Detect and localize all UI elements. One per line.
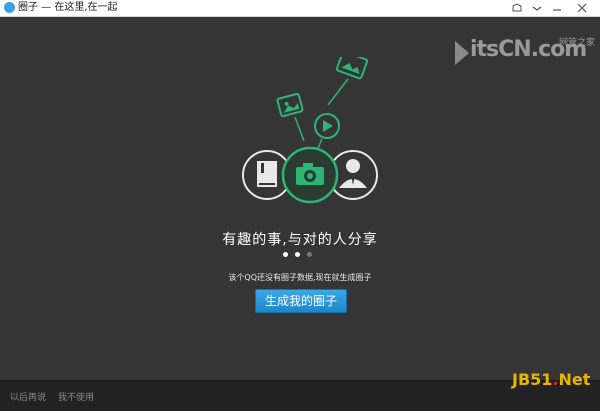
title-bar: 圈子 — 在这里,在一起 xyxy=(0,0,600,17)
pager-dot[interactable] xyxy=(307,252,312,257)
footer-bar: 以后再说 我不使用 xyxy=(0,380,600,411)
create-circle-button[interactable]: 生成我的圈子 xyxy=(255,289,347,313)
camera-icon xyxy=(281,146,339,204)
pager-dots xyxy=(283,252,323,260)
picture-icon xyxy=(276,92,304,118)
tagline: 有趣的事,与对的人分享 xyxy=(222,232,378,248)
watermark-jb51: JB51 xyxy=(512,370,553,389)
pager-dot[interactable] xyxy=(283,252,288,257)
pager-dot-active[interactable] xyxy=(295,252,300,257)
watermark-sub: 网管之家 xyxy=(559,38,596,48)
notice-text: 该个QQ还没有圈子数据,现在就生成圈子 xyxy=(228,273,372,282)
app-icon xyxy=(4,2,15,13)
main-panel: itsCN.com 网管之家 有趣的事,与对的人分享 xyxy=(0,17,600,380)
photo-icon xyxy=(335,57,369,80)
later-link[interactable]: 以后再说 xyxy=(10,390,46,403)
skin-icon[interactable] xyxy=(510,1,524,15)
menu-icon[interactable] xyxy=(530,1,544,15)
close-icon[interactable] xyxy=(575,1,589,15)
window-title: 圈子 — 在这里,在一起 xyxy=(18,2,118,13)
hero-illustration xyxy=(242,57,378,204)
minimize-icon[interactable] xyxy=(550,1,564,15)
watermark-net: Net xyxy=(558,370,591,389)
never-link[interactable]: 我不使用 xyxy=(58,390,94,403)
jb51-watermark: JB51.Net xyxy=(512,370,590,389)
video-play-icon xyxy=(314,113,340,139)
